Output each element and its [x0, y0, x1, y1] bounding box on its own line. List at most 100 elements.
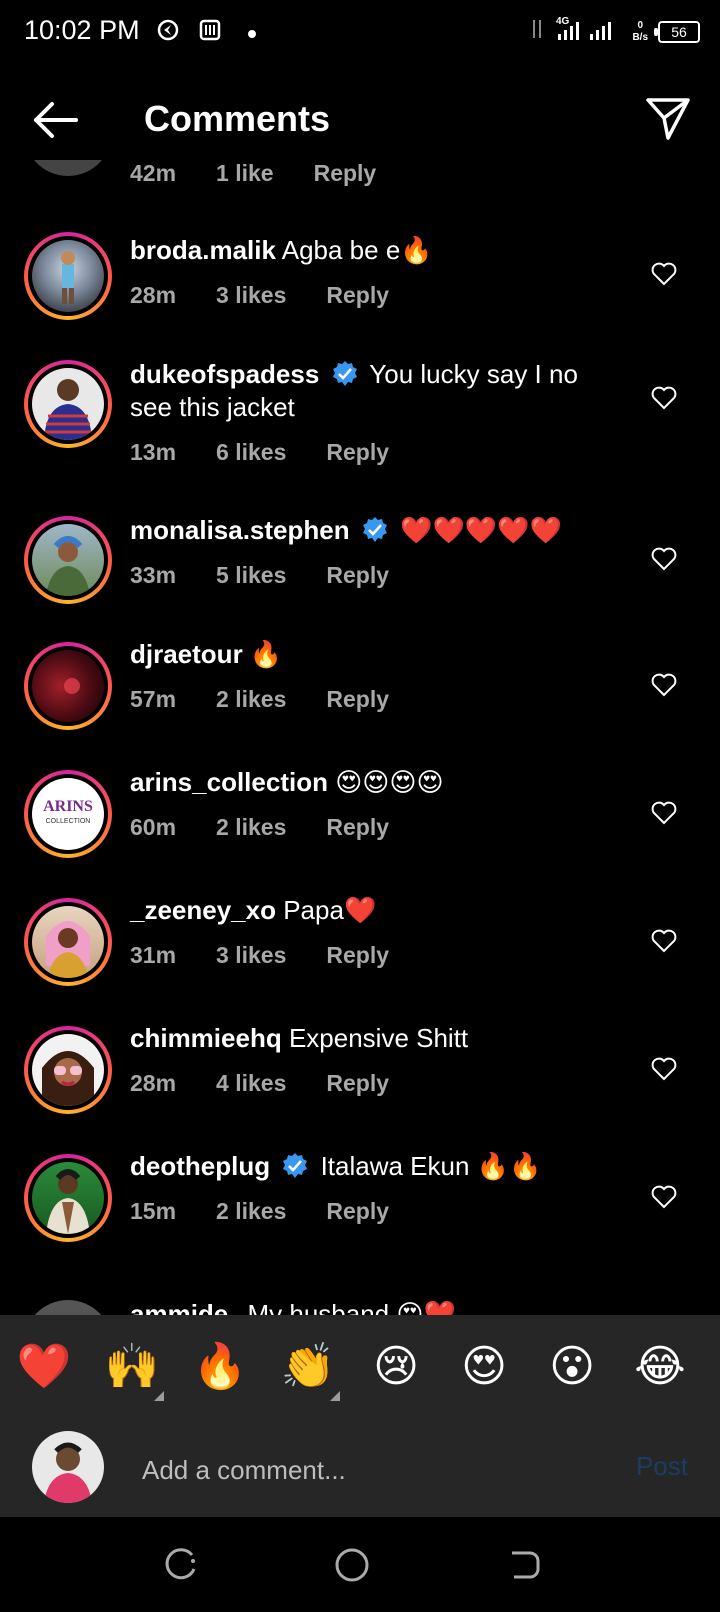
comment-text: 🔥 — [249, 639, 283, 669]
header: Comments — [0, 80, 720, 160]
comment-input[interactable] — [140, 1449, 574, 1491]
emoji-heart-button[interactable]: ❤️ — [14, 1337, 74, 1397]
reply-button[interactable]: Reply — [326, 1198, 389, 1225]
emoji-surprised-button[interactable]: 😮 — [542, 1337, 602, 1397]
comment-username[interactable]: ammide — [130, 1299, 228, 1315]
reply-button[interactable]: Reply — [326, 562, 389, 589]
like-heart-icon[interactable] — [651, 1185, 677, 1209]
reply-button[interactable]: Reply — [326, 1070, 389, 1097]
page-title: Comments — [144, 98, 331, 139]
comment-likes[interactable]: 5 likes — [216, 562, 286, 589]
comment-time: 13m — [130, 439, 177, 465]
app-notification-icon — [156, 18, 180, 48]
comment-text: Expensive Shitt — [288, 1023, 469, 1053]
comment-likes[interactable]: 4 likes — [216, 1070, 286, 1097]
like-heart-icon[interactable] — [651, 386, 677, 410]
comment-text: My husband 😍❤️ — [247, 1299, 456, 1315]
comment-likes[interactable]: 3 likes — [216, 942, 286, 969]
reply-button[interactable]: Reply — [326, 282, 389, 309]
emoji-cry-button[interactable]: 😢 — [366, 1337, 426, 1397]
comment-text: 😍😍😍😍 — [335, 767, 444, 797]
emoji-clap-button[interactable]: 👏 — [278, 1337, 340, 1401]
network-type: 4G — [556, 16, 570, 27]
signal-icon: 4G — [530, 14, 622, 49]
comment-username[interactable]: broda.malik — [130, 235, 276, 265]
comment-time: 33m — [130, 562, 177, 588]
comment-time: 31m — [130, 942, 177, 968]
reply-button[interactable]: Reply — [326, 686, 389, 713]
like-heart-icon[interactable] — [651, 801, 677, 825]
battery-level: 56 — [671, 23, 687, 40]
avatar[interactable] — [24, 1026, 112, 1114]
battery-icon: 56 — [654, 20, 700, 43]
skin-tone-indicator — [154, 1391, 164, 1401]
comment-text: Italawa Ekun 🔥🔥 — [320, 1151, 542, 1181]
reply-button[interactable]: Reply — [326, 814, 389, 841]
arrow-left-icon — [34, 102, 78, 138]
comment-username[interactable]: _zeeney_xo — [130, 895, 276, 925]
comment-composer: Post — [0, 1421, 720, 1517]
recent-apps-button[interactable] — [160, 1545, 200, 1585]
like-heart-icon[interactable] — [651, 929, 677, 953]
paper-plane-icon — [646, 98, 690, 140]
emoji-fire-button[interactable]: 🔥 — [190, 1337, 250, 1397]
avatar[interactable] — [24, 1154, 112, 1242]
like-heart-icon[interactable] — [651, 262, 677, 286]
comment-likes[interactable]: 2 likes — [216, 1198, 286, 1225]
status-time: 10:02 PM — [24, 15, 140, 45]
back-button[interactable] — [30, 98, 80, 142]
verified-badge-icon — [283, 1153, 308, 1178]
reply-button[interactable]: Reply — [326, 942, 389, 969]
avatar[interactable] — [24, 898, 112, 986]
storage-notification-icon — [198, 18, 222, 48]
avatar — [24, 160, 112, 176]
dot-indicator-icon — [246, 20, 258, 46]
comment-username[interactable]: deotheplug — [130, 1151, 270, 1181]
comment-username[interactable]: chimmieehq — [130, 1023, 282, 1053]
post-button[interactable]: Post — [636, 1451, 688, 1482]
emoji-heart-eyes-button[interactable]: 😍 — [454, 1337, 514, 1397]
back-nav-button[interactable] — [504, 1545, 544, 1585]
avatar[interactable]: ARINS COLLECTION — [24, 770, 112, 858]
avatar — [24, 1300, 112, 1315]
avatar[interactable] — [24, 516, 112, 604]
reply-button[interactable]: Reply — [326, 439, 389, 466]
comment-username[interactable]: dukeofspadess — [130, 359, 319, 389]
comment-likes[interactable]: 2 likes — [216, 814, 286, 841]
share-button[interactable] — [644, 94, 692, 142]
comment-time: 28m — [130, 1070, 177, 1096]
comment-time: 57m — [130, 686, 177, 712]
network-speed: 0 B/s — [632, 19, 648, 43]
like-heart-icon[interactable] — [651, 673, 677, 697]
verified-badge-icon — [332, 361, 357, 386]
recent-apps-icon — [165, 1548, 196, 1580]
avatar[interactable] — [24, 232, 112, 320]
comment-username[interactable]: arins_collection — [130, 767, 328, 797]
comment-text: ❤️❤️❤️❤️❤️ — [400, 515, 562, 545]
brand-logo: ARINS — [43, 798, 93, 815]
comment-likes[interactable]: 6 likes — [216, 439, 286, 466]
skin-tone-indicator — [330, 1391, 340, 1401]
like-heart-icon[interactable] — [651, 547, 677, 571]
comment-time: 28m — [130, 282, 177, 308]
like-heart-icon[interactable] — [651, 1057, 677, 1081]
comment-time: 60m — [130, 814, 177, 840]
system-navigation-bar — [0, 1517, 720, 1612]
comment-username[interactable]: monalisa.stephen — [130, 515, 350, 545]
comment-likes[interactable]: 3 likes — [216, 282, 286, 309]
comments-list[interactable]: 42m 1 like Reply broda.malik Agba be e🔥 … — [0, 160, 720, 1315]
current-user-avatar — [32, 1431, 104, 1503]
verified-badge-icon — [362, 517, 387, 542]
back-nav-icon — [512, 1551, 540, 1579]
emoji-laughing-button[interactable]: 😂 — [630, 1337, 690, 1397]
avatar[interactable] — [24, 642, 112, 730]
emoji-reaction-bar: ❤️ 🙌 🔥 👏 😢 😍 😮 😂 — [0, 1315, 720, 1421]
home-circle-icon — [335, 1548, 369, 1582]
comment-username[interactable]: djraetour — [130, 639, 243, 669]
comment-text: Agba be e🔥 — [281, 235, 433, 265]
emoji-raised-hands-button[interactable]: 🙌 — [102, 1337, 164, 1401]
comment-likes[interactable]: 2 likes — [216, 686, 286, 713]
home-button[interactable] — [332, 1545, 372, 1585]
avatar[interactable] — [24, 360, 112, 448]
comment-time: 15m — [130, 1198, 177, 1224]
